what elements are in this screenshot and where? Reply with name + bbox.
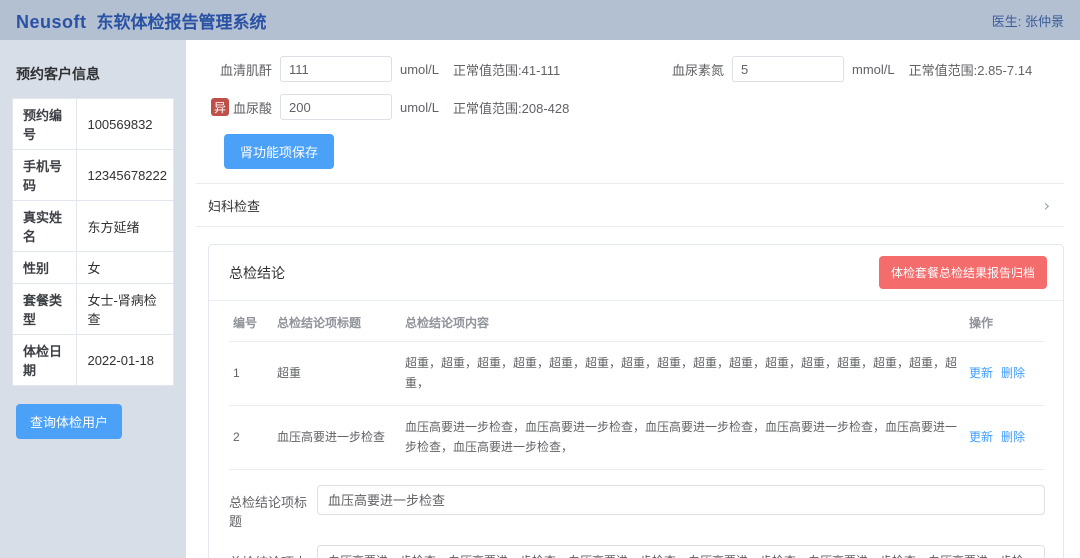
- field-label: 性别: [13, 252, 77, 284]
- customer-info-sidebar: 预约客户信息 预约编号 100569832 手机号码 12345678222 真…: [0, 40, 186, 558]
- lab-unit: umol/L: [400, 100, 439, 115]
- serum-creatinine-input[interactable]: [280, 56, 392, 82]
- table-row: 性别 女: [13, 252, 174, 284]
- conclusion-table: 编号 总检结论项标题 总检结论项内容 操作 1 超重 超重，超重，超重，超重，超…: [229, 301, 1045, 470]
- archive-report-button[interactable]: 体检套餐总检结果报告归档: [879, 256, 1047, 289]
- conclusion-title: 总检结论: [229, 263, 285, 283]
- row-title: 超重: [273, 342, 401, 406]
- sidebar-title: 预约客户信息: [12, 60, 174, 98]
- field-label: 体检日期: [13, 335, 77, 386]
- renal-save-button[interactable]: 肾功能项保存: [224, 134, 334, 169]
- row-actions: 更新删除: [965, 342, 1045, 406]
- lab-label: 血尿酸: [233, 98, 272, 117]
- gynecology-collapse-row[interactable]: 妇科检查 ›: [196, 183, 1064, 227]
- conclusion-title-label: 总检结论项标题: [229, 485, 317, 530]
- lab-item-blood-urea-nitrogen: 血尿素氮 mmol/L 正常值范围:2.85-7.14: [648, 56, 1064, 82]
- table-row: 手机号码 12345678222: [13, 150, 174, 201]
- field-label: 预约编号: [13, 99, 77, 150]
- lab-normal-range: 正常值范围:208-428: [453, 98, 569, 117]
- app-header: Neusoft 东软体检报告管理系统 医生: 张仲景: [0, 0, 1080, 40]
- column-header-title: 总检结论项标题: [273, 301, 401, 342]
- query-exam-user-button[interactable]: 查询体检用户: [16, 404, 122, 439]
- row-content: 血压高要进一步检查，血压高要进一步检查，血压高要进一步检查，血压高要进一步检查，…: [401, 405, 965, 469]
- lab-normal-range: 正常值范围:41-111: [453, 60, 560, 79]
- conclusion-content-textarea[interactable]: 血压高要进一步检查，血压高要进一步检查，血压高要进一步检查，血压高要进一步检查，…: [317, 545, 1045, 558]
- lab-unit: umol/L: [400, 62, 439, 77]
- field-value: 女士-肾病检查: [77, 284, 174, 335]
- conclusion-content-label: 总检结论项内容: [229, 545, 317, 558]
- app-brand: Neusoft 东软体检报告管理系统: [16, 8, 267, 33]
- row-content: 超重，超重，超重，超重，超重，超重，超重，超重，超重，超重，超重，超重，超重，超…: [401, 342, 965, 406]
- conclusion-title-input[interactable]: [317, 485, 1045, 515]
- table-row: 预约编号 100569832: [13, 99, 174, 150]
- field-value: 100569832: [77, 99, 174, 150]
- doctor-label: 医生: 张仲景: [992, 11, 1064, 30]
- delete-link[interactable]: 删除: [1001, 430, 1025, 444]
- update-link[interactable]: 更新: [969, 430, 993, 444]
- row-actions: 更新删除: [965, 405, 1045, 469]
- table-row: 1 超重 超重，超重，超重，超重，超重，超重，超重，超重，超重，超重，超重，超重…: [229, 342, 1045, 406]
- lab-normal-range: 正常值范围:2.85-7.14: [909, 60, 1033, 79]
- table-row: 真实姓名 东方延绪: [13, 201, 174, 252]
- blood-uric-acid-input[interactable]: [280, 94, 392, 120]
- table-row: 体检日期 2022-01-18: [13, 335, 174, 386]
- delete-link[interactable]: 删除: [1001, 366, 1025, 380]
- row-id: 2: [229, 405, 273, 469]
- blood-urea-nitrogen-input[interactable]: [732, 56, 844, 82]
- field-value: 12345678222: [77, 150, 174, 201]
- chevron-right-icon: ›: [1044, 196, 1050, 215]
- renal-function-section: 血清肌酐 umol/L 正常值范围:41-111 血尿素氮 mmol/L 正常值…: [196, 52, 1064, 169]
- row-id: 1: [229, 342, 273, 406]
- conclusion-panel-header: 总检结论 体检套餐总检结果报告归档: [209, 245, 1063, 301]
- field-label: 真实姓名: [13, 201, 77, 252]
- column-header-actions: 操作: [965, 301, 1045, 342]
- field-label: 套餐类型: [13, 284, 77, 335]
- lab-label: 血尿素氮: [672, 60, 724, 79]
- lab-item-serum-creatinine: 血清肌酐 umol/L 正常值范围:41-111: [196, 56, 648, 82]
- conclusion-panel: 总检结论 体检套餐总检结果报告归档 编号 总检结论项标题 总检结论项内容 操作: [208, 244, 1064, 558]
- column-header-content: 总检结论项内容: [401, 301, 965, 342]
- gynecology-section-title: 妇科检查: [208, 196, 260, 215]
- field-value: 女: [77, 252, 174, 284]
- field-value: 东方延绪: [77, 201, 174, 252]
- lab-label: 血清肌酐: [220, 60, 272, 79]
- brand-logo: Neusoft: [16, 12, 87, 33]
- field-label: 手机号码: [13, 150, 77, 201]
- row-title: 血压高要进一步检查: [273, 405, 401, 469]
- update-link[interactable]: 更新: [969, 366, 993, 380]
- field-value: 2022-01-18: [77, 335, 174, 386]
- abnormal-badge-icon: 异: [211, 98, 229, 116]
- table-row: 套餐类型 女士-肾病检查: [13, 284, 174, 335]
- column-header-id: 编号: [229, 301, 273, 342]
- lab-unit: mmol/L: [852, 62, 895, 77]
- page-title: 东软体检报告管理系统: [97, 8, 267, 33]
- main-content: 血清肌酐 umol/L 正常值范围:41-111 血尿素氮 mmol/L 正常值…: [186, 40, 1080, 558]
- table-header-row: 编号 总检结论项标题 总检结论项内容 操作: [229, 301, 1045, 342]
- customer-info-table: 预约编号 100569832 手机号码 12345678222 真实姓名 东方延…: [12, 98, 174, 386]
- table-row: 2 血压高要进一步检查 血压高要进一步检查，血压高要进一步检查，血压高要进一步检…: [229, 405, 1045, 469]
- lab-item-blood-uric-acid: 异 血尿酸 umol/L 正常值范围:208-428: [196, 94, 648, 120]
